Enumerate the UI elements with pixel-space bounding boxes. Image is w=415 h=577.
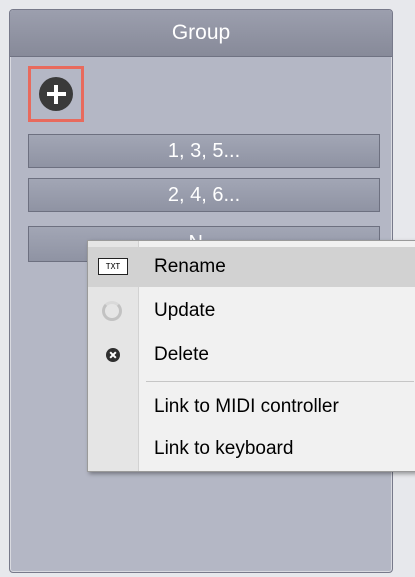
delete-icon <box>106 348 120 362</box>
menu-item-link-keyboard[interactable]: Link to keyboard <box>88 429 415 469</box>
panel-title: Group <box>10 10 392 57</box>
menu-item-label: Update <box>154 300 216 321</box>
window-background: Group 1, 3, 5... 2, 4, 6... N... TXT Ren… <box>0 0 415 577</box>
rename-icon: TXT <box>98 258 128 275</box>
menu-item-link-midi[interactable]: Link to MIDI controller <box>88 387 415 427</box>
group-button-1[interactable]: 1, 3, 5... <box>28 134 380 168</box>
menu-item-label: Delete <box>154 344 209 365</box>
add-group-button[interactable] <box>28 66 84 122</box>
group-button-2[interactable]: 2, 4, 6... <box>28 178 380 212</box>
menu-item-label: Link to MIDI controller <box>154 396 339 417</box>
menu-item-label: Rename <box>154 256 226 277</box>
menu-item-delete[interactable]: Delete <box>88 335 415 375</box>
context-menu: TXT Rename Update Delete Link to MIDI co… <box>87 240 415 472</box>
menu-separator <box>146 381 414 382</box>
menu-item-update[interactable]: Update <box>88 291 415 331</box>
update-icon <box>102 301 122 321</box>
menu-item-rename[interactable]: TXT Rename <box>88 247 415 287</box>
plus-circle-icon <box>39 77 73 111</box>
menu-item-label: Link to keyboard <box>154 438 294 459</box>
